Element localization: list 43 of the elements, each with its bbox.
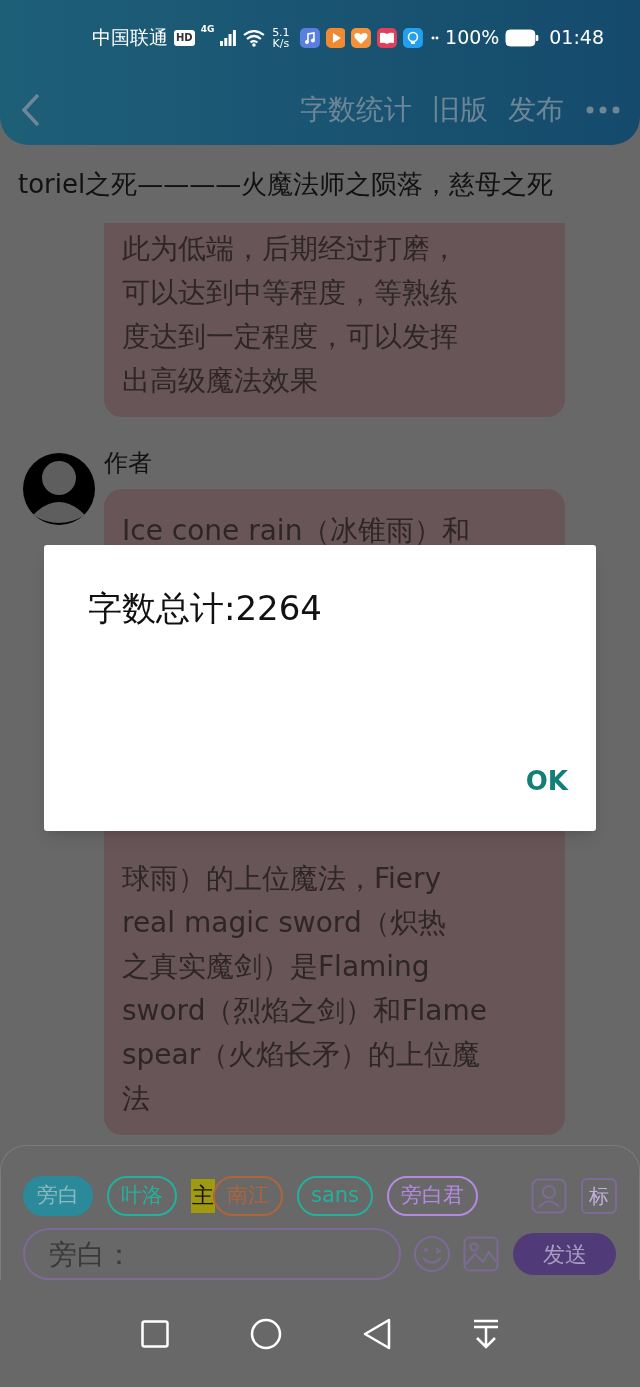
- header-action[interactable]: 字数统计: [290, 89, 422, 131]
- author-name: 作者: [104, 448, 153, 479]
- signal-icon: [220, 29, 237, 46]
- story-title: toriel之死————火魔法师之陨落，慈母之死: [18, 167, 554, 201]
- message-text: 出高级魔法效果: [122, 363, 319, 399]
- battery-icon: [505, 28, 540, 47]
- message-text: real magic sword（炽热: [122, 905, 447, 941]
- net-speed: 5.1: [272, 26, 290, 38]
- back-icon[interactable]: [20, 92, 42, 128]
- carrier-name: 中国联通: [92, 25, 168, 51]
- avatar-icon[interactable]: [23, 453, 95, 525]
- message-text: 此为低端，后期经过打磨，: [122, 231, 459, 267]
- more-icon[interactable]: [586, 106, 620, 114]
- character-chip[interactable]: sans: [297, 1176, 374, 1216]
- message-text: 度达到一定程度，可以发挥: [122, 319, 459, 355]
- message-text: 法: [122, 1081, 151, 1117]
- send-button[interactable]: 发送: [513, 1233, 616, 1275]
- recents-icon[interactable]: [140, 1319, 169, 1348]
- back-nav-icon[interactable]: [362, 1317, 391, 1350]
- message-text: sword（烈焰之剑）和Flame: [122, 993, 488, 1029]
- character-chip[interactable]: 叶洛: [107, 1176, 177, 1216]
- more-notifications-icon: [431, 35, 440, 40]
- home-icon[interactable]: [249, 1317, 282, 1350]
- ok-button[interactable]: OK: [521, 762, 572, 801]
- notification-pull-icon[interactable]: [471, 1318, 500, 1349]
- header-action[interactable]: 发布: [498, 89, 574, 131]
- net-speed-unit: K/s: [272, 37, 290, 49]
- character-chip[interactable]: 旁白君: [387, 1176, 479, 1216]
- character-chip[interactable]: 南江: [213, 1176, 283, 1216]
- dialog-message: 字数总计:2264: [88, 587, 323, 630]
- battery-percent: 100%: [445, 25, 500, 51]
- message-text: 球雨）的上位魔法，Fiery: [122, 861, 443, 897]
- header-action[interactable]: 旧版: [422, 89, 498, 131]
- message-text: Ice cone rain（冰锥雨）和: [122, 513, 472, 549]
- message-text: 可以达到中等程度，等熟练: [122, 275, 459, 311]
- wifi-icon: [242, 28, 267, 47]
- character-chip[interactable]: 旁白: [23, 1176, 93, 1216]
- network-type: 4G: [200, 25, 215, 34]
- highlight-badge: 主: [191, 1179, 215, 1213]
- tag-button[interactable]: 标: [581, 1178, 617, 1214]
- message-text: spear（火焰长矛）的上位魔: [122, 1037, 482, 1073]
- message-text: 之真实魔剑）是Flaming: [122, 949, 431, 985]
- clock-time: 01:48: [549, 25, 605, 51]
